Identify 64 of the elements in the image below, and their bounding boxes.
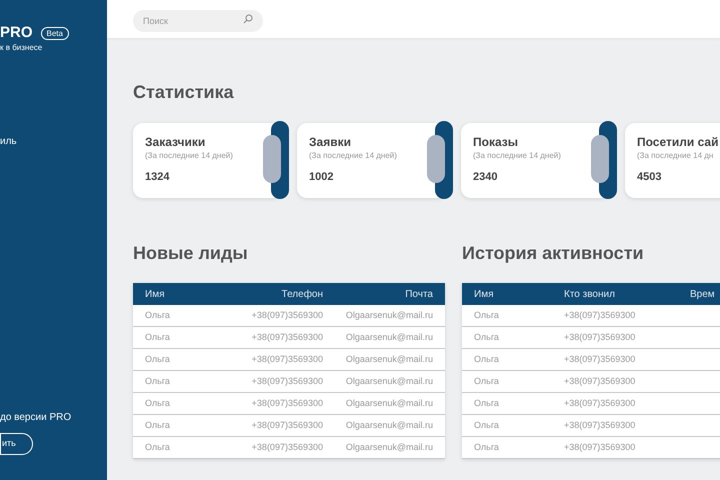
table-cell-text: Ольга (474, 352, 500, 366)
table-cell-text: +38(097)3569300 (564, 440, 636, 454)
table-cell-text: +38(097)3569300 (564, 352, 636, 366)
table-cell-text: +38(097)3569300 (564, 330, 636, 344)
table-cell-text: Ольга (145, 308, 171, 322)
table-cell-text: Olgaarsenuk@mail.ru (344, 418, 433, 432)
table-cell-text: +38(097)3569300 (564, 308, 636, 322)
table-cell-text: Olgaarsenuk@mail.ru (344, 308, 433, 322)
card-value: 1002 (309, 170, 334, 184)
table-cell-text: Ольга (474, 396, 500, 410)
column-header: Телефон (280, 288, 323, 302)
search-field[interactable]: Поиск (133, 10, 263, 32)
table-cell-text: Ольга (474, 418, 500, 432)
table-cell-text: Ольга (145, 440, 171, 454)
logo-text: PRO (0, 24, 33, 42)
table-cell-text: Ольга (474, 374, 500, 388)
table-cell-text: Olgaarsenuk@mail.ru (344, 330, 433, 344)
column-header: Почта (404, 288, 433, 302)
table-cell-text: +38(097)3569300 (564, 396, 636, 410)
section-title: Статистика (133, 81, 235, 103)
table-cell-text: Ольга (145, 352, 171, 366)
menu-item[interactable]: иль (0, 136, 107, 148)
table-cell-text: +38(097)3569300 (250, 374, 323, 388)
card-value: 1324 (145, 170, 170, 184)
column-header: Имя (474, 288, 494, 302)
table-cell-text: Ольга (474, 330, 500, 344)
card-subtitle: (За последние 14 дней) (145, 150, 234, 162)
card-value: 2340 (473, 170, 498, 184)
card-subtitle: (За последние 14 дн (637, 150, 714, 162)
table-cell-text: Olgaarsenuk@mail.ru (344, 352, 433, 366)
table-cell-text: +38(097)3569300 (564, 374, 636, 388)
beta-badge: Beta (40, 26, 69, 40)
tagline: к в бизнесе (0, 43, 44, 53)
card-subtitle: (За последние 14 дней) (309, 150, 398, 162)
table-cell-text: +38(097)3569300 (250, 330, 323, 344)
table-cell-text: +38(097)3569300 (250, 418, 323, 432)
table-cell-text: +38(097)3569300 (250, 352, 323, 366)
promo-text: до версии PRO (0, 412, 72, 424)
card-title: Заявки (309, 134, 352, 150)
table-cell-text: Ольга (145, 396, 171, 410)
card-title: Заказчики (145, 134, 206, 150)
section-title: История активности (462, 242, 644, 264)
table-cell-text: Ольга (145, 418, 171, 432)
search-icon[interactable] (243, 14, 253, 24)
table-cell-text: +38(097)3569300 (250, 308, 323, 322)
card-title: Показы (473, 134, 519, 150)
column-header: Имя (145, 288, 166, 302)
column-header: Врем (690, 288, 716, 302)
table-cell-text: Ольга (474, 440, 500, 454)
upgrade-button[interactable]: ить (0, 433, 33, 455)
table-cell-text: Ольга (474, 308, 500, 322)
table-cell-text: Olgaarsenuk@mail.ru (344, 374, 433, 388)
table-cell-text: +38(097)3569300 (564, 418, 636, 432)
section-title: Новые лиды (133, 242, 249, 264)
card-value: 4503 (637, 170, 662, 184)
table-cell-text: Ольга (145, 374, 171, 388)
table-cell-text: Olgaarsenuk@mail.ru (344, 396, 433, 410)
table-cell-text: +38(097)3569300 (250, 440, 323, 454)
table-cell-text: Ольга (145, 330, 171, 344)
column-header: Кто звонил (564, 288, 616, 302)
table-cell-text: Olgaarsenuk@mail.ru (344, 440, 433, 454)
card-title: Посетили сай (637, 134, 720, 150)
table-cell-text: +38(097)3569300 (250, 396, 323, 410)
card-subtitle: (За последние 14 дней) (473, 150, 562, 162)
